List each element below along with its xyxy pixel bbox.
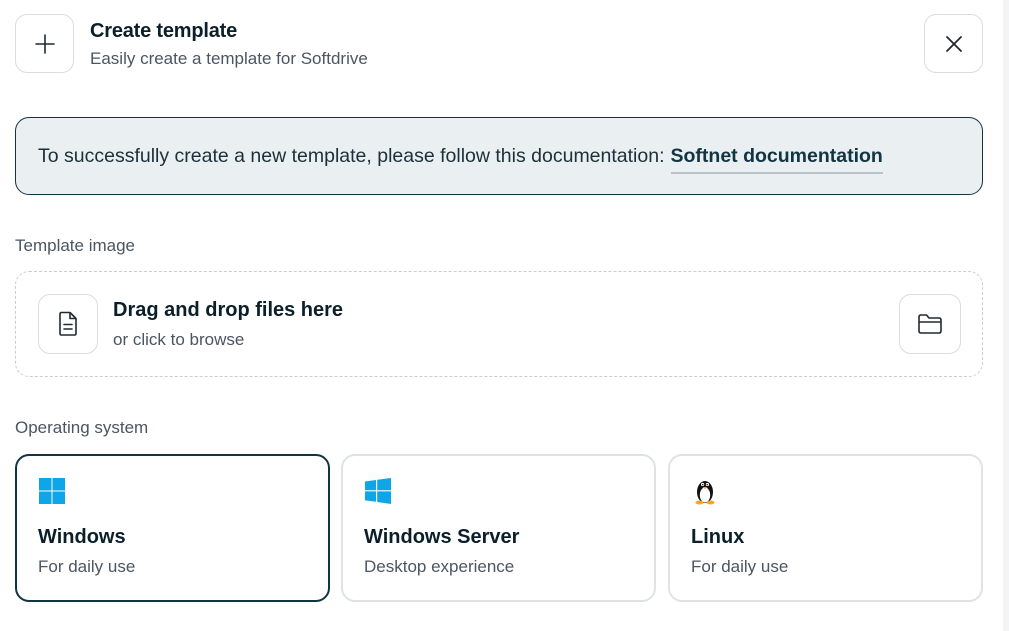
dropzone-subtitle: or click to browse [113,330,245,349]
file-dropzone[interactable]: Drag and drop files here or click to bro… [15,271,983,377]
dropzone-title: Drag and drop files here [113,299,344,321]
os-option-windows-server[interactable]: Windows Server Desktop experience [341,454,656,602]
os-option-linux[interactable]: Linux For daily use [668,454,983,602]
browse-files-button[interactable] [899,294,961,354]
banner-text: To successfully create a new template, p… [38,144,665,167]
windows-icon [39,478,65,504]
template-image-label: Template image [15,236,136,255]
close-icon [945,35,962,52]
scrollbar-track[interactable] [1003,0,1009,631]
os-option-description: For daily use [691,557,789,576]
dialog-title: Create template [90,20,238,42]
add-template-button[interactable] [15,14,74,73]
linux-icon [695,481,715,505]
os-option-description: Desktop experience [364,557,515,576]
os-option-name: Windows [38,526,126,548]
os-option-name: Windows Server [364,526,520,548]
file-icon [59,311,77,336]
windows-server-icon [365,478,391,504]
documentation-banner: To successfully create a new template, p… [15,117,983,195]
close-button[interactable] [924,14,983,73]
os-option-description: For daily use [38,557,136,576]
operating-system-label: Operating system [15,418,149,437]
os-option-windows[interactable]: Windows For daily use [15,454,330,602]
plus-icon [34,33,55,54]
file-icon-box [38,294,98,354]
os-option-name: Linux [691,526,745,548]
dialog-header: Create template Easily create a template… [15,14,983,74]
folder-icon [918,314,942,334]
documentation-link[interactable]: Softnet documentation [670,145,883,174]
dialog-subtitle: Easily create a template for Softdrive [90,49,368,68]
